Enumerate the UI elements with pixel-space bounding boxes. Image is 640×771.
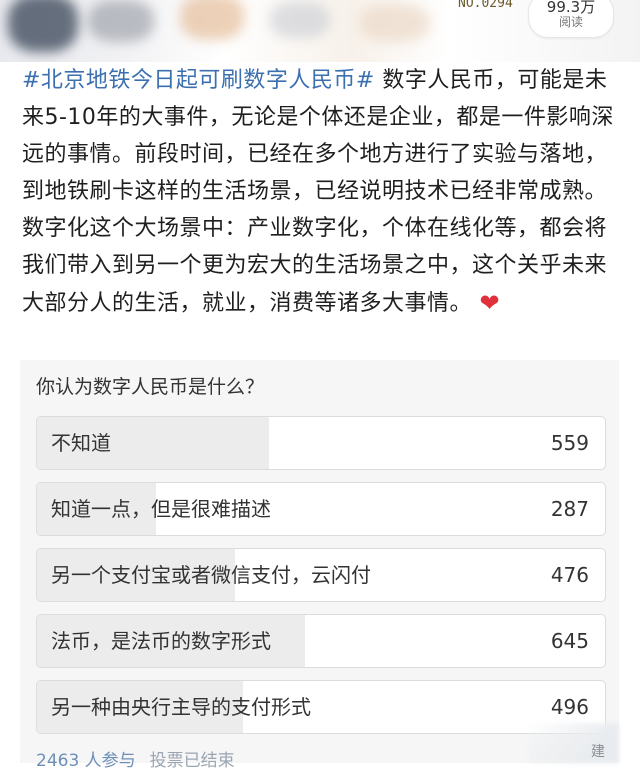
poll-option[interactable]: 法币，是法币的数字形式 645: [36, 614, 606, 668]
poll-option-label: 知道一点，但是很难描述: [51, 497, 271, 521]
serial-number: NO.0294: [458, 0, 513, 11]
poll-option-count: 476: [550, 563, 589, 587]
watermark-text: 建: [591, 744, 605, 760]
blurred-image: [8, 0, 78, 52]
blurred-image: [360, 4, 430, 42]
poll-question: 你认为数字人民币是什么？: [36, 376, 265, 398]
poll-option-count: 559: [550, 431, 589, 455]
read-count: 99.3万: [546, 0, 596, 16]
blurred-header: NO.0294 99.3万 阅读: [0, 0, 640, 62]
poll-option-count: 645: [550, 629, 589, 653]
poll-card: 你认为数字人民币是什么？ 不知道 559 知道一点，但是很难描述 287 另一个…: [20, 360, 619, 771]
blurred-image: [270, 2, 330, 38]
poll-option-label: 另一个支付宝或者微信支付，云闪付: [51, 563, 371, 587]
blurred-image: [88, 0, 154, 42]
poll-option[interactable]: 另一个支付宝或者微信支付，云闪付 476: [36, 548, 606, 602]
post-body: 数字人民币，可能是未来5-10年的大事件，无论是个体还是企业，都是一件影响深远的…: [22, 68, 614, 316]
red-heart-icon: ❤: [479, 289, 501, 317]
poll-status: 投票已结束: [149, 751, 235, 771]
poll-option-label: 另一种由央行主导的支付形式: [51, 695, 311, 719]
blurred-image: [180, 0, 244, 40]
read-count-badge: 99.3万 阅读: [528, 0, 614, 38]
post-text: #北京地铁今日起可刷数字人民币# 数字人民币，可能是未来5-10年的大事件，无论…: [22, 62, 622, 322]
poll-participants[interactable]: 2463 人参与: [36, 751, 136, 771]
poll-option[interactable]: 知道一点，但是很难描述 287: [36, 482, 606, 536]
poll-option-label: 法币，是法币的数字形式: [51, 629, 271, 653]
read-label: 阅读: [558, 15, 583, 29]
poll-option[interactable]: 不知道 559: [36, 416, 606, 470]
poll-option-label: 不知道: [51, 431, 111, 455]
poll-option-count: 287: [550, 497, 589, 521]
poll-footer: 2463 人参与 投票已结束: [36, 746, 235, 771]
hashtag-link[interactable]: #北京地铁今日起可刷数字人民币#: [22, 68, 375, 93]
poll-option[interactable]: 另一种由央行主导的支付形式 496: [36, 680, 606, 734]
blurred-watermark: [529, 723, 619, 763]
